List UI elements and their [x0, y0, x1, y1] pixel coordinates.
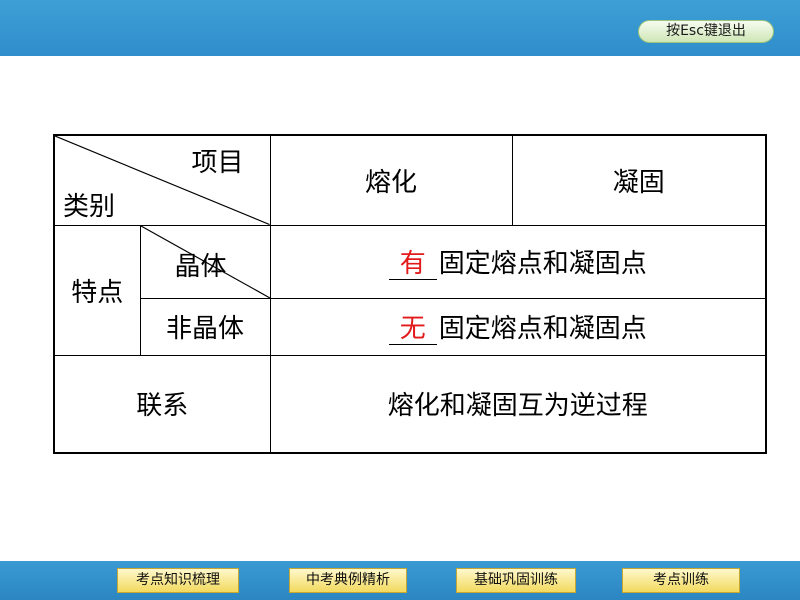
amorphous-feature-cell: 无固定熔点和凝固点: [269, 297, 767, 356]
amorphous-feature-text: 固定熔点和凝固点: [438, 314, 647, 344]
relation-text-cell: 熔化和凝固互为逆过程: [269, 354, 767, 454]
crystal-feature-text: 固定熔点和凝固点: [438, 249, 647, 279]
crystal-label-cell: 晶体: [139, 224, 271, 299]
table-header-row: 项目 类别 熔化 凝固: [53, 134, 767, 226]
amorphous-label-cell: 非晶体: [139, 297, 271, 356]
crystal-feature-cell: 有固定熔点和凝固点: [269, 224, 767, 299]
header-solidifying: 凝固: [511, 134, 767, 226]
diagonal-header-cell: 项目 类别: [53, 134, 271, 226]
table-row-relation: 联系 熔化和凝固互为逆过程: [53, 354, 767, 454]
relation-label-cell: 联系: [53, 354, 271, 454]
comparison-table: 项目 类别 熔化 凝固 特点 晶体 有固定熔点和凝固点 非晶体 无固定熔点和凝固…: [53, 134, 767, 454]
header-item-label: 项目: [191, 148, 244, 178]
amorphous-answer: 无: [388, 314, 437, 345]
table-row-amorphous: 非晶体 无固定熔点和凝固点: [54, 297, 767, 356]
header-category-label: 类别: [63, 191, 116, 222]
header-melting: 熔化: [269, 134, 513, 226]
exit-button[interactable]: 按Esc键退出: [638, 20, 774, 43]
comparison-table-container: 项目 类别 熔化 凝固 特点 晶体 有固定熔点和凝固点 非晶体 无固定熔点和凝固…: [53, 134, 767, 454]
nav-button-basic-training[interactable]: 基础巩固训练: [456, 568, 576, 593]
feature-label-cell: 特点: [53, 224, 141, 356]
crystal-answer: 有: [388, 249, 437, 280]
nav-button-point-training[interactable]: 考点训练: [622, 568, 740, 593]
crystal-label: 晶体: [174, 251, 227, 282]
table-row-crystal: 特点 晶体 有固定熔点和凝固点: [53, 224, 767, 356]
nav-button-examples[interactable]: 中考典例精析: [289, 568, 407, 593]
nav-button-knowledge[interactable]: 考点知识梳理: [117, 568, 239, 593]
